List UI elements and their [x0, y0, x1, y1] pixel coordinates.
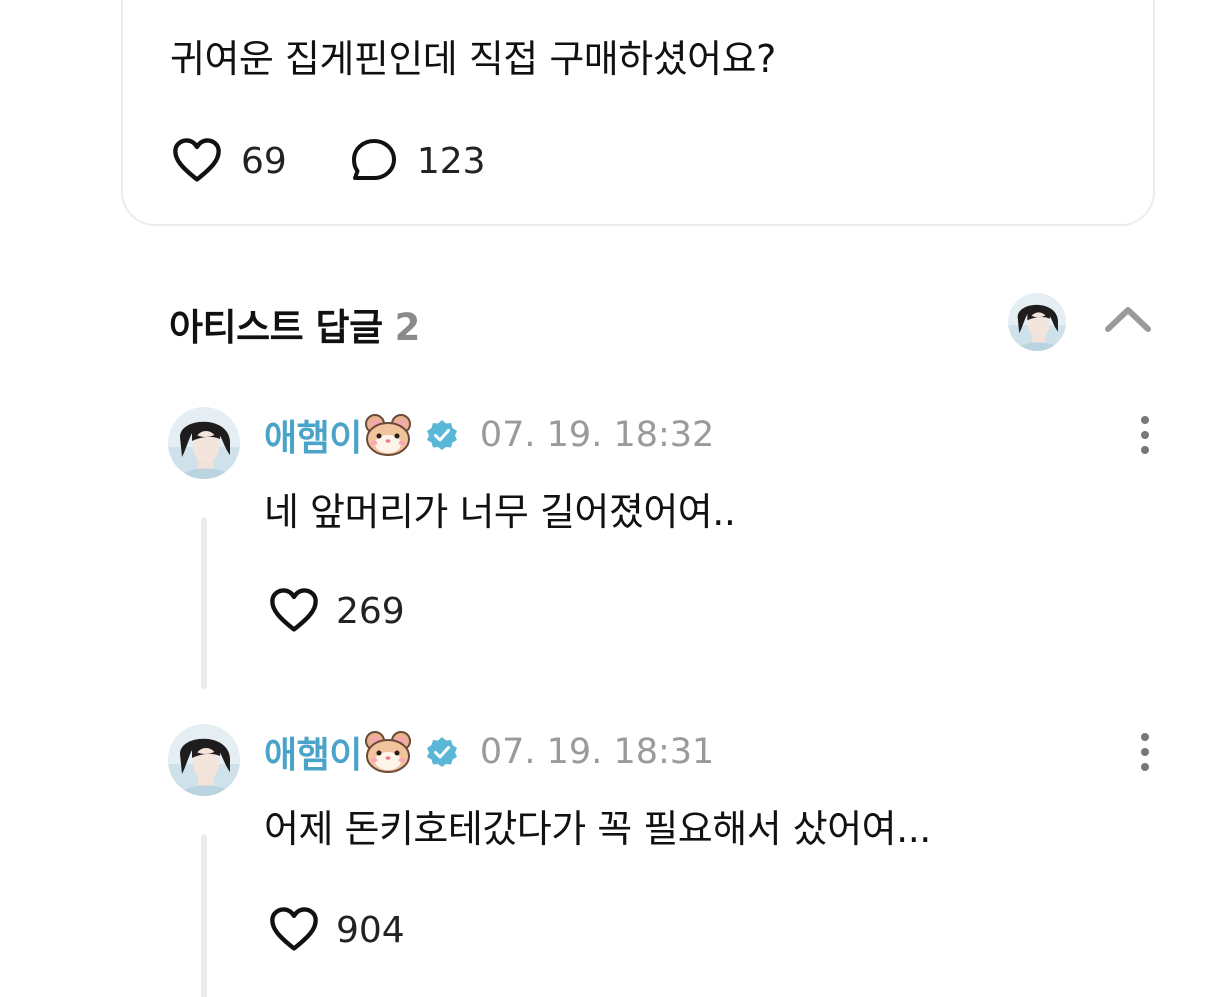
reply-header: 애햄이 07. 19. 18:31: [264, 730, 715, 776]
thread-line: [201, 517, 207, 689]
post-comment-count: 123: [416, 140, 486, 182]
post-comment-button[interactable]: 123: [349, 136, 486, 186]
heart-icon: [268, 904, 320, 956]
more-vertical-icon: [1139, 415, 1151, 455]
reply-timestamp: 07. 19. 18:32: [479, 415, 715, 455]
author-name[interactable]: 애햄이: [264, 409, 362, 461]
verified-badge-icon: [426, 736, 458, 768]
speech-bubble-icon: [351, 139, 396, 180]
artist-replies-count: 2: [394, 306, 421, 349]
artist-replies-heading: 아티스트 답글 2: [169, 297, 420, 351]
post-actions: 69 123: [171, 136, 486, 186]
verified-badge-icon: [426, 419, 458, 451]
avatar[interactable]: [168, 724, 240, 796]
post-card: 귀여운 집게핀인데 직접 구매하셨어요? 69 123: [121, 0, 1155, 226]
artist-avatar[interactable]: [1008, 293, 1066, 351]
reply-like-button[interactable]: 269: [268, 585, 405, 637]
reply-text: 어제 돈키호테갔다가 꼭 필요해서 샀어여...: [264, 807, 931, 851]
reply-item: 애햄이 07. 19. 18:32 네 앞머리가 너무 길어졌어여.. 269: [168, 407, 1158, 697]
reply-text: 네 앞머리가 너무 길어졌어여..: [264, 490, 736, 534]
reply-like-button[interactable]: 904: [268, 904, 405, 956]
comment-detail-page: 귀여운 집게핀인데 직접 구매하셨어요? 69 123 아티스트 답글 2 애햄…: [0, 0, 1206, 997]
reply-header: 애햄이 07. 19. 18:32: [264, 413, 715, 459]
reply-like-count: 269: [336, 590, 405, 632]
collapse-button[interactable]: [1103, 299, 1153, 339]
artist-replies-header: 아티스트 답글 2: [169, 293, 1154, 349]
hamster-face-icon: [364, 413, 412, 457]
more-vertical-icon: [1139, 732, 1151, 772]
avatar[interactable]: [168, 407, 240, 479]
artist-replies-title: 아티스트 답글: [169, 306, 383, 349]
reply-timestamp: 07. 19. 18:31: [479, 732, 715, 772]
post-text: 귀여운 집게핀인데 직접 구매하셨어요?: [170, 37, 776, 81]
heart-icon: [171, 135, 223, 187]
hamster-face-icon: [364, 730, 412, 774]
reply-item: 애햄이 07. 19. 18:31 어제 돈키호테갔다가 꼭 필요해서 샀어여.…: [168, 724, 1158, 997]
more-options-button[interactable]: [1132, 730, 1158, 774]
more-options-button[interactable]: [1132, 413, 1158, 457]
post-like-count: 69: [241, 140, 287, 182]
chevron-up-icon: [1105, 307, 1151, 332]
author-name[interactable]: 애햄이: [264, 726, 362, 778]
post-like-button[interactable]: 69: [171, 135, 287, 187]
thread-line: [201, 834, 207, 997]
heart-icon: [268, 585, 320, 637]
reply-like-count: 904: [336, 909, 405, 951]
